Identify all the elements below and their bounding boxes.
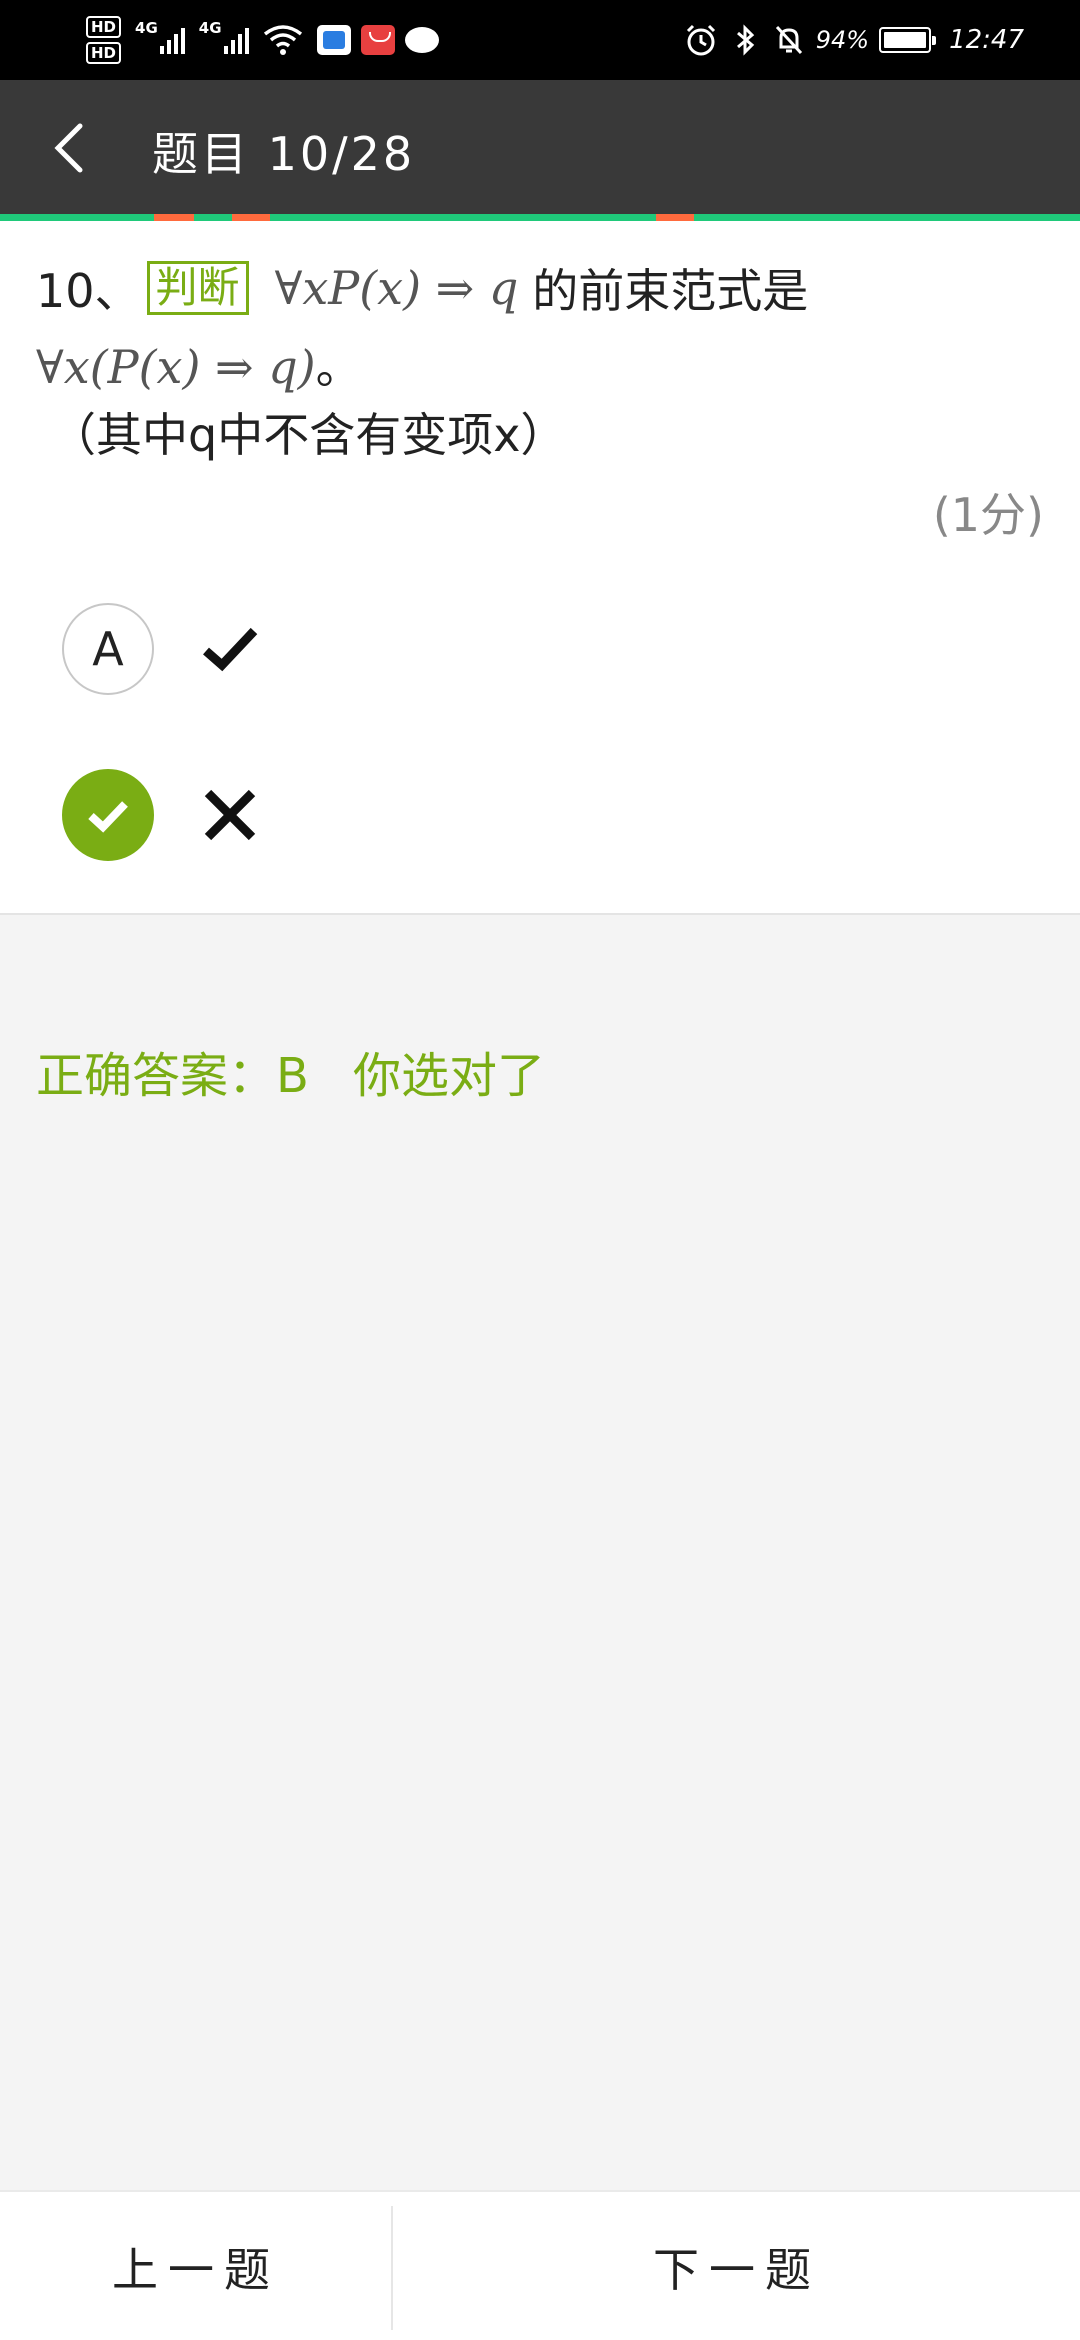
back-chevron-icon[interactable] [40, 110, 110, 186]
bottom-navigation: 上一题 下一题 [0, 2190, 1080, 2340]
mute-bell-icon [775, 25, 802, 55]
progress-marker [232, 214, 270, 221]
chat-bubble-icon [404, 27, 439, 53]
question-score: (1分) [932, 488, 1044, 542]
question-note: （其中q中不含有变项x） [50, 408, 567, 462]
correct-answer: 正确答案：B [36, 1048, 309, 1104]
cross-icon [204, 789, 256, 841]
signal-bars-1-icon [159, 26, 185, 54]
check-icon [203, 627, 258, 672]
option-b-selected-circle [62, 769, 154, 861]
feedback-text: 你选对了 [352, 1048, 545, 1104]
option-a[interactable]: A [62, 601, 462, 697]
network-type-2: 4G [198, 19, 222, 37]
hd-indicator-1: HD [86, 16, 122, 38]
question-text-2: 。 [315, 340, 362, 394]
question-card: 10、 判断 ∀xP(x) ⇒ q 的前束范式是 ∀x(P(x) ⇒ q)。 （… [0, 221, 1080, 915]
battery-icon [879, 27, 937, 53]
question-number: 10、 [36, 264, 141, 318]
question-text-1: 的前束范式是 [532, 264, 809, 318]
bluetooth-icon [736, 24, 754, 56]
option-a-circle: A [62, 603, 154, 695]
status-right: 94% 12:47 [684, 12, 1024, 68]
hd-indicator-2: HD [86, 42, 122, 64]
formula-2: ∀x(P(x) ⇒ q) [36, 340, 316, 394]
option-a-label: A [92, 622, 124, 676]
page-title: 题目 10/28 [152, 127, 416, 181]
question-line-1: 10、 判断 ∀xP(x) ⇒ q 的前束范式是 [36, 255, 808, 321]
network-type-1: 4G [135, 19, 158, 37]
status-bar: HD HD 4G 4G 94% 12:47 [0, 0, 1080, 80]
answer-feedback: 正确答案：B 你选对了 [36, 1036, 545, 1106]
next-question-button[interactable]: 下一题 [394, 2192, 1080, 2340]
store-notification-icon [360, 25, 395, 55]
wifi-icon [263, 25, 302, 55]
progress-marker [656, 214, 694, 221]
progress-marker [154, 214, 194, 221]
hd-indicators: HD HD [86, 16, 122, 64]
formula-1: ∀xP(x) ⇒ q [274, 261, 519, 315]
question-line-2: ∀x(P(x) ⇒ q)。 [36, 331, 362, 397]
question-type-tag: 判断 [146, 261, 249, 315]
status-left: HD HD 4G 4G [86, 12, 439, 68]
alarm-icon [686, 24, 715, 56]
prev-question-button[interactable]: 上一题 [0, 2192, 392, 2340]
battery-percentage: 94% [815, 26, 870, 54]
option-b[interactable] [62, 767, 462, 863]
app-notification-icon [316, 25, 351, 55]
signal-bars-2-icon [223, 26, 249, 54]
nav-divider [391, 2206, 393, 2330]
selected-check-icon [88, 801, 128, 833]
app-header: 题目 10/28 [0, 80, 1080, 214]
clock: 12:47 [949, 25, 1024, 55]
